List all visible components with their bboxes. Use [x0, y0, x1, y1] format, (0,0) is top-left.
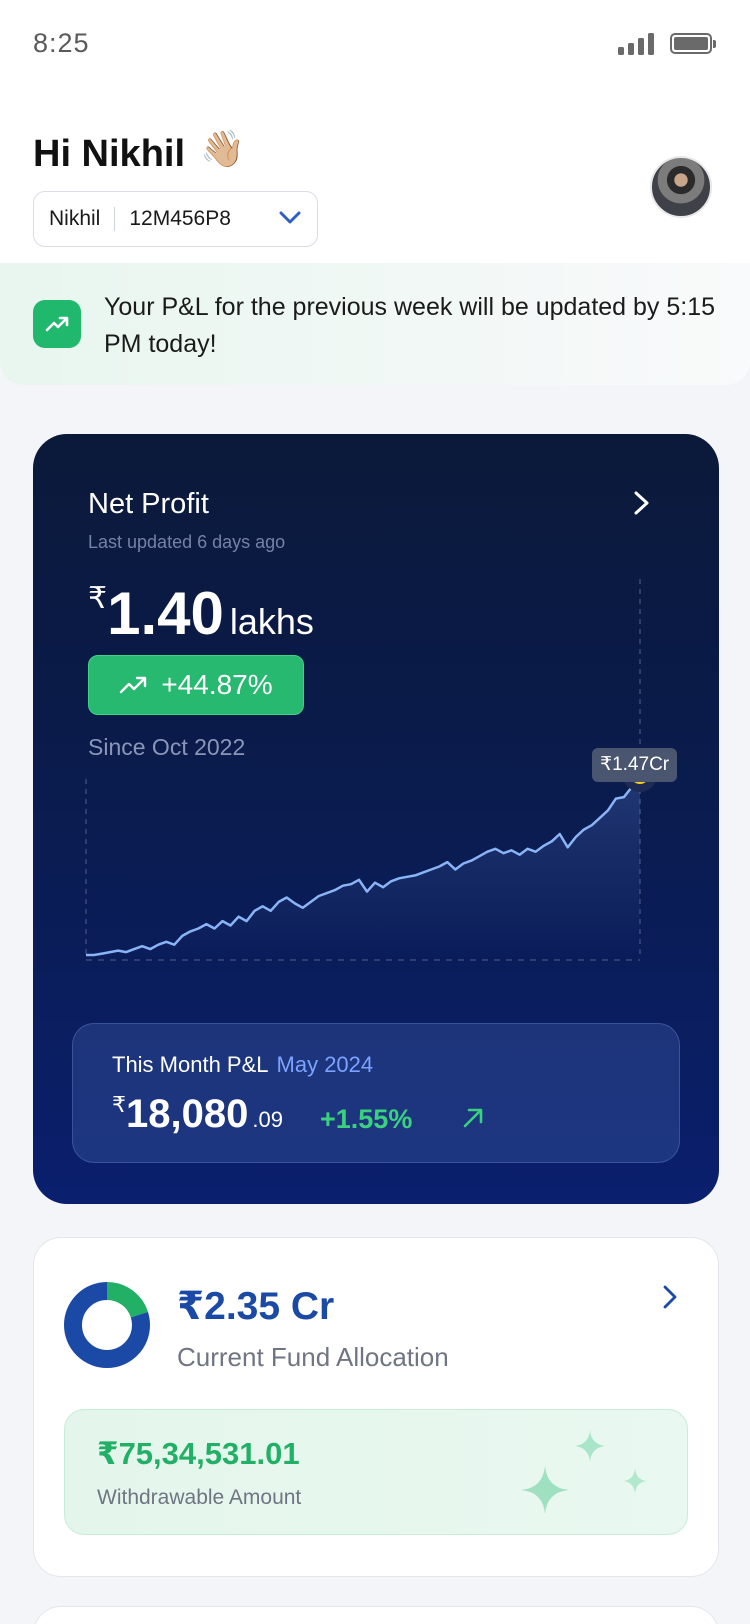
account-name: Nikhil [49, 207, 101, 230]
month-pnl-amount: 18,080 [126, 1092, 249, 1136]
pnl-update-notice: Your P&L for the previous week will be u… [0, 263, 750, 385]
signal-icon [618, 33, 654, 55]
since-date: Since Oct 2022 [88, 734, 246, 760]
withdrawable-label: Withdrawable Amount [97, 1486, 302, 1509]
net-profit-amount: 1.40 [107, 580, 224, 647]
profit-change-badge: +44.87% [88, 655, 304, 715]
net-profit-title: Net Profit [88, 488, 209, 520]
net-profit-value: ₹1.40 lakhs [88, 579, 314, 648]
net-profit-unit: lakhs [229, 601, 314, 642]
donut-chart-icon [64, 1282, 150, 1368]
chart-area [86, 775, 640, 958]
wave-icon: 👋🏼 [200, 128, 245, 169]
withdrawable-value: ₹75,34,531.01 [97, 1436, 300, 1471]
divider [114, 207, 116, 231]
account-code: 12M456P8 [129, 207, 231, 230]
trending-up-icon [120, 676, 147, 694]
notice-text: Your P&L for the previous week will be u… [104, 293, 716, 358]
month-pnl-decimal: .09 [252, 1107, 283, 1132]
net-profit-card[interactable]: Net Profit Last updated 6 days ago ₹1.40… [33, 434, 719, 1204]
fund-value: ₹2.35 Cr [177, 1285, 335, 1328]
sparkle-icon [521, 1430, 647, 1514]
account-selector[interactable]: Nikhil 12M456P8 [33, 191, 318, 247]
last-updated-text: Last updated 6 days ago [88, 532, 286, 552]
chevron-down-icon [279, 211, 301, 224]
avatar[interactable] [650, 156, 712, 218]
currency-symbol: ₹ [88, 582, 108, 615]
fund-label: Current Fund Allocation [177, 1342, 449, 1372]
battery-icon [670, 33, 716, 54]
next-card [33, 1606, 719, 1624]
arrow-up-right-icon [463, 1108, 483, 1128]
status-time: 8:25 [33, 28, 90, 58]
month-pnl-month: May 2024 [276, 1052, 374, 1077]
chart-end-tooltip: ₹1.47Cr [592, 748, 678, 782]
chevron-right-icon[interactable] [662, 1284, 678, 1310]
trending-up-icon [33, 300, 81, 348]
chevron-right-icon[interactable] [633, 490, 651, 516]
withdrawable-amount-box[interactable]: ₹75,34,531.01 Withdrawable Amount [64, 1409, 688, 1535]
month-pnl-label: This Month P&L May 2024 [112, 1052, 373, 1078]
greeting: Hi Nikhil [33, 133, 186, 175]
profit-change-value: +44.87% [161, 669, 273, 700]
month-pnl-change: +1.55% [320, 1104, 413, 1134]
month-pnl-value: ₹18,080.09 [112, 1092, 283, 1137]
month-pnl-box[interactable]: This Month P&L May 2024 ₹18,080.09 +1.55% [72, 1023, 680, 1163]
fund-allocation-card[interactable]: ₹2.35 Cr Current Fund Allocation ₹75,34,… [33, 1237, 719, 1577]
month-pnl-title: This Month P&L [112, 1052, 269, 1077]
currency-symbol: ₹ [112, 1092, 126, 1117]
